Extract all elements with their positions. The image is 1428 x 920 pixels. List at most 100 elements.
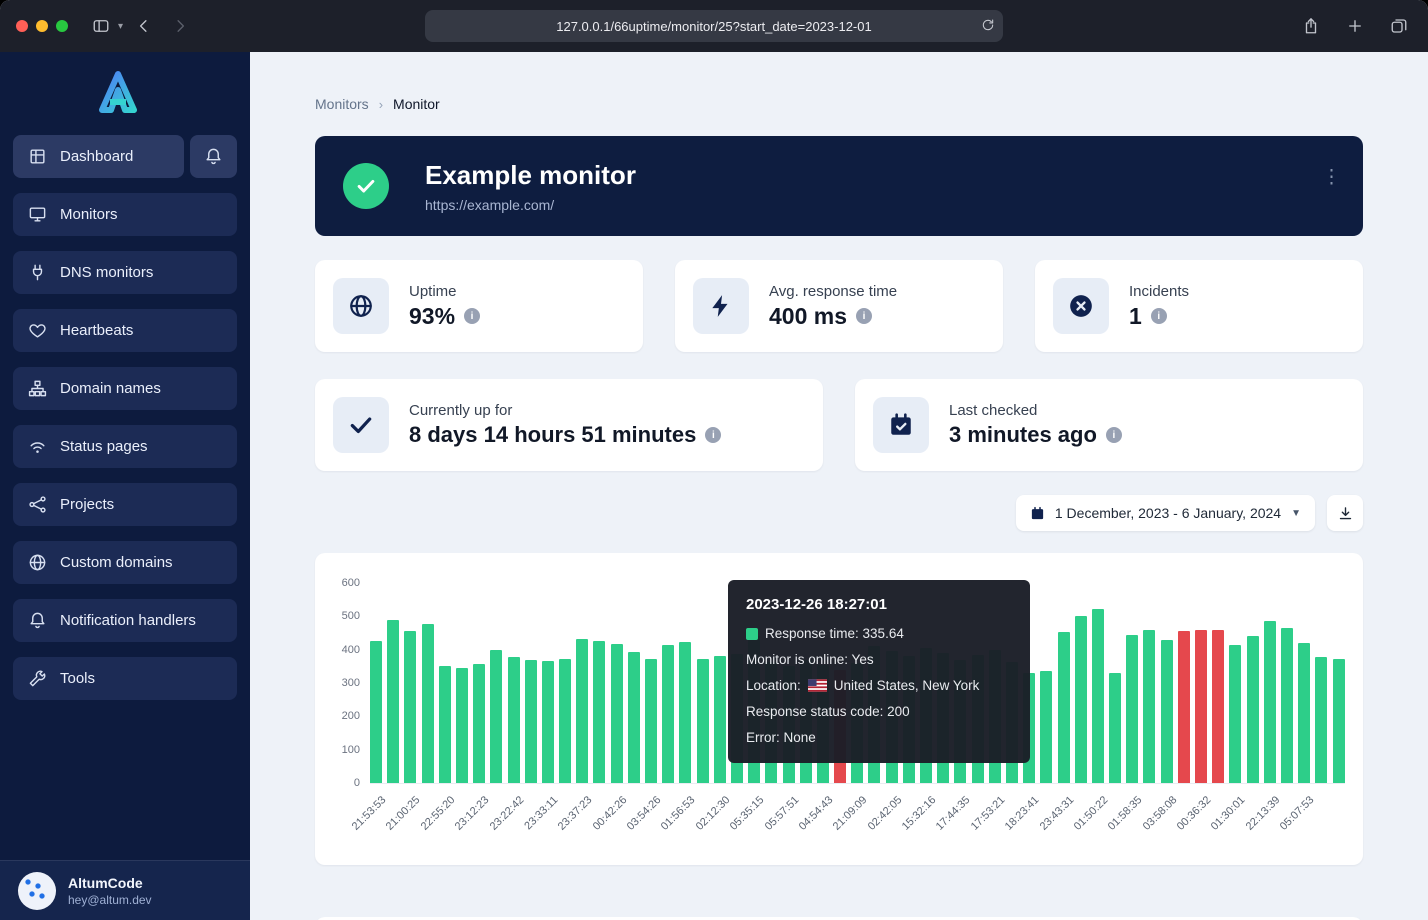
chart-bar[interactable]	[679, 642, 691, 783]
chart-bar[interactable]	[370, 641, 382, 783]
chart-bar[interactable]	[628, 652, 640, 783]
chart-bar[interactable]	[1298, 643, 1310, 783]
zoom-window-button[interactable]	[56, 20, 68, 32]
x-axis-tick: 02:12:30	[694, 794, 733, 833]
chart-bar[interactable]	[559, 659, 571, 783]
chart-bar[interactable]	[439, 666, 451, 783]
chart-bar[interactable]	[1247, 636, 1259, 783]
sidebar-item-custom-domains[interactable]: Custom domains	[13, 541, 237, 584]
chart-bar[interactable]	[593, 641, 605, 783]
back-button[interactable]	[129, 11, 159, 41]
chart-bar[interactable]	[1212, 630, 1224, 783]
sidebar-item-label: Tools	[60, 670, 95, 687]
info-label: Last checked	[949, 402, 1122, 419]
x-axis-tick: 23:37:23	[556, 794, 595, 833]
chart-bar[interactable]	[576, 639, 588, 783]
chart-bar[interactable]	[714, 656, 726, 783]
notifications-button[interactable]	[190, 135, 237, 178]
y-axis-tick: 600	[342, 577, 360, 589]
reload-icon[interactable]	[981, 18, 995, 35]
chart-bar[interactable]	[1229, 645, 1241, 783]
chart-bar[interactable]	[1281, 628, 1293, 783]
chevron-down-icon[interactable]: ▾	[118, 21, 123, 32]
info-icon[interactable]: i	[1151, 308, 1167, 324]
info-icon[interactable]: i	[705, 427, 721, 443]
x-axis-tick: 22:13:39	[1244, 794, 1283, 833]
download-button[interactable]	[1327, 495, 1363, 531]
breadcrumb-current: Monitor	[393, 96, 440, 112]
x-axis-tick: 02:42:05	[866, 794, 905, 833]
sidebar-item-domain-names[interactable]: Domain names	[13, 367, 237, 410]
chart-bar[interactable]	[611, 644, 623, 783]
tooltip-location-value: United States, New York	[834, 678, 980, 693]
share-icon[interactable]	[1296, 11, 1326, 41]
chart-bar[interactable]	[1143, 630, 1155, 783]
chart-bar[interactable]	[1195, 630, 1207, 783]
chart-bar[interactable]	[1264, 621, 1276, 783]
kebab-menu-icon[interactable]: ⋮	[1322, 168, 1341, 187]
date-row: 1 December, 2023 - 6 January, 2024 ▼	[315, 495, 1363, 531]
url-bar[interactable]: 127.0.0.1/66uptime/monitor/25?start_date…	[425, 10, 1003, 42]
sidebar-item-dns-monitors[interactable]: DNS monitors	[13, 251, 237, 294]
chart-bar[interactable]	[1126, 635, 1138, 783]
info-icon[interactable]: i	[1106, 427, 1122, 443]
close-window-button[interactable]	[16, 20, 28, 32]
heartbeat-icon	[28, 321, 47, 340]
sidebar: Dashboard Monitors DNS monitors	[0, 52, 250, 920]
forward-button[interactable]	[165, 11, 195, 41]
chart-bar[interactable]	[404, 631, 416, 783]
breadcrumb-monitors-link[interactable]: Monitors	[315, 96, 369, 112]
info-icon[interactable]: i	[856, 308, 872, 324]
sidebar-item-notification-handlers[interactable]: Notification handlers	[13, 599, 237, 642]
info-value: 3 minutes ago	[949, 422, 1097, 448]
check-icon	[333, 397, 389, 453]
sidebar-item-monitors[interactable]: Monitors	[13, 193, 237, 236]
tooltip-error: Error: None	[746, 730, 816, 745]
chart-bar[interactable]	[1333, 659, 1345, 783]
y-axis-tick: 500	[342, 610, 360, 622]
x-axis-tick: 23:12:23	[453, 794, 492, 833]
chart-bar[interactable]	[387, 620, 399, 783]
y-axis-tick: 0	[354, 777, 360, 789]
sidebar-footer[interactable]: AltumCode hey@altum.dev	[0, 860, 250, 920]
tab-overview-icon[interactable]	[1384, 11, 1414, 41]
sidebar-toggle-icon[interactable]	[86, 11, 116, 41]
chart-bar[interactable]	[490, 650, 502, 783]
chart-bar[interactable]	[1040, 671, 1052, 783]
chart-bar[interactable]	[525, 660, 537, 783]
sidebar-item-tools[interactable]: Tools	[13, 657, 237, 700]
chart-bar[interactable]	[1075, 616, 1087, 783]
grid-icon	[28, 147, 47, 166]
chart-bar[interactable]	[1315, 657, 1327, 783]
chart-bar[interactable]	[697, 659, 709, 783]
info-icon[interactable]: i	[464, 308, 480, 324]
sidebar-item-heartbeats[interactable]: Heartbeats	[13, 309, 237, 352]
minimize-window-button[interactable]	[36, 20, 48, 32]
chart-bar[interactable]	[662, 645, 674, 783]
chart-bar[interactable]	[1058, 632, 1070, 783]
altumcode-logo[interactable]	[0, 52, 250, 135]
sidebar-item-projects[interactable]: Projects	[13, 483, 237, 526]
chart-bar[interactable]	[473, 664, 485, 783]
chart-bar[interactable]	[645, 659, 657, 783]
tooltip-online: Monitor is online: Yes	[746, 652, 874, 667]
tooltip-timestamp: 2023-12-26 18:27:01	[746, 596, 1012, 613]
sidebar-item-status-pages[interactable]: Status pages	[13, 425, 237, 468]
signal-icon	[28, 437, 47, 456]
chart-bar[interactable]	[422, 624, 434, 783]
x-axis-tick: 15:32:16	[900, 794, 939, 833]
sidebar-item-label: Projects	[60, 496, 114, 513]
chart-bar[interactable]	[1109, 673, 1121, 783]
sidebar-item-dashboard[interactable]: Dashboard	[13, 135, 184, 178]
chart-bar[interactable]	[456, 668, 468, 783]
chart-bar[interactable]	[1092, 609, 1104, 783]
date-range-picker[interactable]: 1 December, 2023 - 6 January, 2024 ▼	[1016, 495, 1315, 531]
chart-bar[interactable]	[1178, 631, 1190, 783]
chart-bar[interactable]	[508, 657, 520, 783]
new-tab-icon[interactable]	[1340, 11, 1370, 41]
chart-bar[interactable]	[542, 661, 554, 783]
y-axis-tick: 100	[342, 744, 360, 756]
monitor-hero-card: Example monitor https://example.com/ ⋮	[315, 136, 1363, 236]
x-axis-tick: 18:23:41	[1003, 794, 1042, 833]
chart-bar[interactable]	[1161, 640, 1173, 783]
